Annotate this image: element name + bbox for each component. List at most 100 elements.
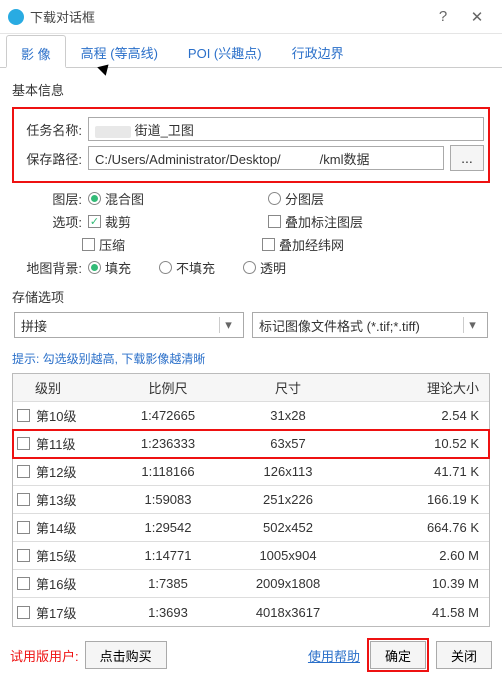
col-theo[interactable]: 理论大小 <box>353 378 489 397</box>
scale-cell: 1:3693 <box>113 605 223 620</box>
help-button[interactable]: ? <box>426 2 460 32</box>
col-level[interactable]: 级别 <box>13 378 113 397</box>
task-name-value: 街道_卫图 <box>135 123 194 138</box>
checkbox-icon[interactable] <box>17 465 30 478</box>
radio-mixed-layer[interactable]: 混合图 <box>88 189 144 208</box>
level-cell: 第14级 <box>36 518 76 537</box>
footer: 试用版用户: 点击购买 使用帮助 确定 关闭 <box>0 635 502 679</box>
checkbox-icon[interactable] <box>17 577 30 590</box>
checkbox-icon <box>82 238 95 251</box>
size-cell: 4018x3617 <box>223 605 353 620</box>
table-row[interactable]: 第13级 1:59083251x226166.19 K <box>13 486 489 514</box>
radio-dot-icon <box>243 261 256 274</box>
checkbox-icon[interactable] <box>17 493 30 506</box>
save-path-value: C:/Users/Administrator/Desktop/ /kml数据 <box>95 152 370 167</box>
check-overlay-layer[interactable]: 叠加标注图层 <box>268 212 363 231</box>
chevron-down-icon: ▾ <box>219 317 237 333</box>
redacted-text <box>95 126 131 138</box>
buy-button[interactable]: 点击购买 <box>85 641 167 669</box>
checkbox-icon[interactable] <box>17 437 30 450</box>
radio-dot-icon <box>268 192 281 205</box>
scale-cell: 1:29542 <box>113 520 223 535</box>
level-cell: 第13级 <box>36 490 76 509</box>
check-overlay-grid[interactable]: 叠加经纬网 <box>262 235 344 254</box>
radio-nofill[interactable]: 不填充 <box>159 258 215 277</box>
radio-transparent[interactable]: 透明 <box>243 258 286 277</box>
storage-options-label: 存储选项 <box>12 287 490 306</box>
level-cell: 第11级 <box>36 434 76 453</box>
radio-dot-icon <box>88 261 101 274</box>
size-cell: 502x452 <box>223 520 353 535</box>
table-row[interactable]: 第16级1:73852009x180810.39 M <box>13 570 489 598</box>
theo-cell: 2.54 K <box>353 408 489 423</box>
options-label: 选项: <box>12 212 82 231</box>
table-row[interactable]: 第15级1:147711005x9042.60 M <box>13 542 489 570</box>
close-window-button[interactable]: ✕ <box>460 2 494 32</box>
basic-info-highlight: 任务名称: 街道_卫图 保存路径: C:/Users/Administrator… <box>12 107 490 183</box>
size-cell: 2009x1808 <box>223 576 353 591</box>
storage-format-select[interactable]: 标记图像文件格式 (*.tif;*.tiff) ▾ <box>252 312 488 338</box>
size-cell: 1005x904 <box>223 548 353 563</box>
window-title: 下载对话框 <box>30 7 426 26</box>
size-cell: 251x226 <box>223 492 353 507</box>
storage-mode-select[interactable]: 拼接 ▾ <box>14 312 244 338</box>
theo-cell: 664.76 K <box>353 520 489 535</box>
level-table: 级别 比例尺 尺寸 理论大小 第10级1:47266531x282.54 K 第1… <box>12 373 490 627</box>
checkbox-icon[interactable] <box>17 549 30 562</box>
hint-text: 提示: 勾选级别越高, 下载影像越清晰 <box>12 350 490 367</box>
checkbox-icon <box>88 215 101 228</box>
tab-bar: 影 像高程 (等高线)POI (兴趣点)行政边界 <box>0 34 502 68</box>
scale-cell: 1:236333 <box>113 436 223 451</box>
table-header-row: 级别 比例尺 尺寸 理论大小 <box>13 374 489 402</box>
radio-dot-icon <box>159 261 172 274</box>
table-row[interactable]: 第10级1:47266531x282.54 K <box>13 402 489 430</box>
tab-3[interactable]: 行政边界 <box>277 34 359 67</box>
col-scale[interactable]: 比例尺 <box>113 378 223 397</box>
radio-dot-icon <box>88 192 101 205</box>
size-cell: 126x113 <box>223 464 353 479</box>
task-name-input[interactable]: 街道_卫图 <box>88 117 484 141</box>
scale-cell: 1:59083 <box>113 492 223 507</box>
level-cell: 第17级 <box>36 603 76 622</box>
scale-cell: 1:472665 <box>113 408 223 423</box>
tab-2[interactable]: POI (兴趣点) <box>173 34 277 67</box>
browse-button[interactable]: ... <box>450 145 484 171</box>
scale-cell: 1:7385 <box>113 576 223 591</box>
level-cell: 第15级 <box>36 546 76 565</box>
save-path-input[interactable]: C:/Users/Administrator/Desktop/ /kml数据 <box>88 146 444 170</box>
theo-cell: 2.60 M <box>353 548 489 563</box>
tab-1[interactable]: 高程 (等高线) <box>66 34 173 67</box>
app-icon <box>8 9 24 25</box>
radio-split-layer[interactable]: 分图层 <box>268 189 324 208</box>
level-cell: 第16级 <box>36 574 76 593</box>
table-row[interactable]: 第14级 1:29542502x452664.76 K <box>13 514 489 542</box>
task-name-label: 任务名称: <box>18 120 82 139</box>
tab-0[interactable]: 影 像 <box>6 35 66 68</box>
map-bg-label: 地图背景: <box>12 258 82 277</box>
table-row[interactable]: 第11级1:23633363x5710.52 K <box>13 430 489 458</box>
checkbox-icon <box>268 215 281 228</box>
radio-fill[interactable]: 填充 <box>88 258 131 277</box>
help-link[interactable]: 使用帮助 <box>308 646 360 665</box>
size-cell: 31x28 <box>223 408 353 423</box>
titlebar: 下载对话框 ? ✕ <box>0 0 502 34</box>
checkbox-icon[interactable] <box>17 606 30 619</box>
checkbox-icon[interactable] <box>17 521 30 534</box>
theo-cell: 41.71 K <box>353 464 489 479</box>
checkbox-icon[interactable] <box>17 409 30 422</box>
basic-info-group-label: 基本信息 <box>12 80 490 99</box>
theo-cell: 41.58 M <box>353 605 489 620</box>
close-button[interactable]: 关闭 <box>436 641 492 669</box>
ok-button[interactable]: 确定 <box>370 641 426 669</box>
save-path-label: 保存路径: <box>18 149 82 168</box>
checkbox-icon <box>262 238 275 251</box>
level-cell: 第12级 <box>36 462 76 481</box>
col-size[interactable]: 尺寸 <box>223 378 353 397</box>
table-row[interactable]: 第12级 1:118166126x11341.71 K <box>13 458 489 486</box>
theo-cell: 166.19 K <box>353 492 489 507</box>
check-crop[interactable]: 裁剪 <box>88 212 131 231</box>
trial-user-label: 试用版用户: <box>10 646 79 665</box>
scale-cell: 1:118166 <box>113 464 223 479</box>
table-row[interactable]: 第17级 1:36934018x361741.58 M <box>13 598 489 626</box>
check-compress[interactable]: 压缩 <box>82 235 125 254</box>
